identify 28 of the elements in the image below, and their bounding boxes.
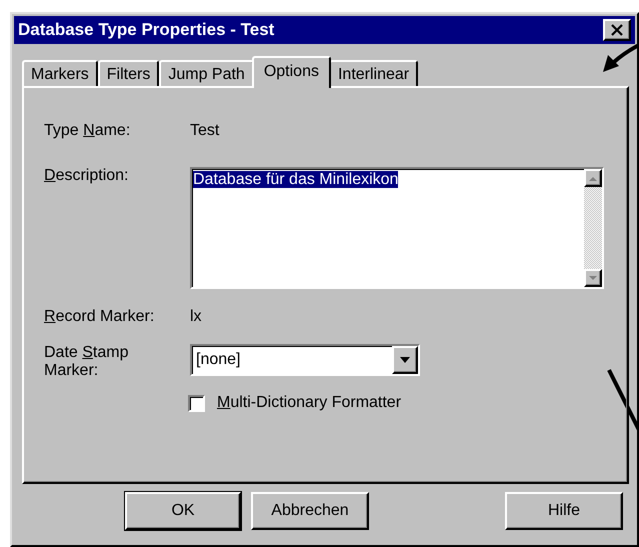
ok-button[interactable]: OK: [125, 492, 241, 530]
checkbox[interactable]: [188, 394, 205, 412]
cancel-button[interactable]: Abbrechen: [251, 492, 369, 530]
close-button[interactable]: [603, 19, 631, 41]
close-icon: [610, 24, 624, 36]
down-arrow-icon: [589, 276, 597, 280]
field-label: Multi-Dictionary Formatter: [217, 394, 402, 412]
field-label: Record Marker:: [44, 308, 156, 326]
help-button[interactable]: Hilfe: [505, 492, 623, 530]
tab[interactable]: Options: [252, 56, 331, 88]
field-label: Description:: [44, 167, 130, 185]
dropdown-field[interactable]: [none]: [190, 344, 420, 376]
up-arrow-icon: [589, 176, 597, 180]
tab[interactable]: Markers: [22, 60, 98, 88]
field-value: lx: [190, 308, 202, 326]
scroll-up-button[interactable]: [584, 169, 602, 187]
window-title: Database Type Properties - Test: [18, 20, 276, 40]
field-label: Date Stamp Marker:: [44, 344, 130, 380]
tab[interactable]: Filters: [98, 60, 160, 88]
arrow-drawing: [603, 43, 639, 72]
tab[interactable]: Interlinear: [328, 60, 418, 88]
caret-icon: [400, 357, 410, 363]
scrollbar[interactable]: [584, 169, 602, 287]
scroll-down-button[interactable]: [584, 269, 602, 287]
field-value: Test: [190, 122, 220, 140]
description-field[interactable]: Database für das Minilexikon: [190, 167, 604, 289]
tab[interactable]: Jump Path: [159, 60, 254, 88]
field-label: Type Name:: [44, 122, 132, 140]
